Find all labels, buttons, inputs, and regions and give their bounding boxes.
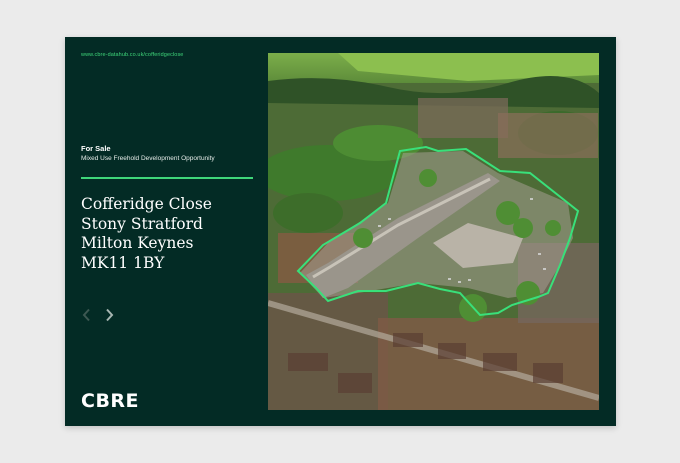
property-address: Cofferidge Close Stony Stratford Milton …: [81, 195, 261, 273]
aerial-site-photo: [268, 53, 599, 410]
address-line-name: Cofferidge Close: [81, 195, 212, 213]
slide-navigation: [81, 308, 115, 322]
sale-status: For Sale: [81, 144, 111, 153]
address-line-town: Stony Stratford: [81, 214, 203, 233]
chevron-left-icon[interactable]: [81, 308, 93, 322]
website-link[interactable]: www.cbre-datahub.co.uk/cofferidgeclose: [81, 52, 183, 58]
cbre-logo: CBRE: [81, 390, 140, 412]
property-subtitle: Mixed Use Freehold Development Opportuni…: [81, 155, 215, 162]
accent-divider: [81, 177, 253, 179]
address-line-city: Milton Keynes: [81, 234, 194, 252]
chevron-right-icon[interactable]: [103, 308, 115, 322]
brochure-card: www.cbre-datahub.co.uk/cofferidgeclose F…: [65, 37, 616, 426]
address-line-postcode: MK11 1BY: [81, 253, 165, 272]
